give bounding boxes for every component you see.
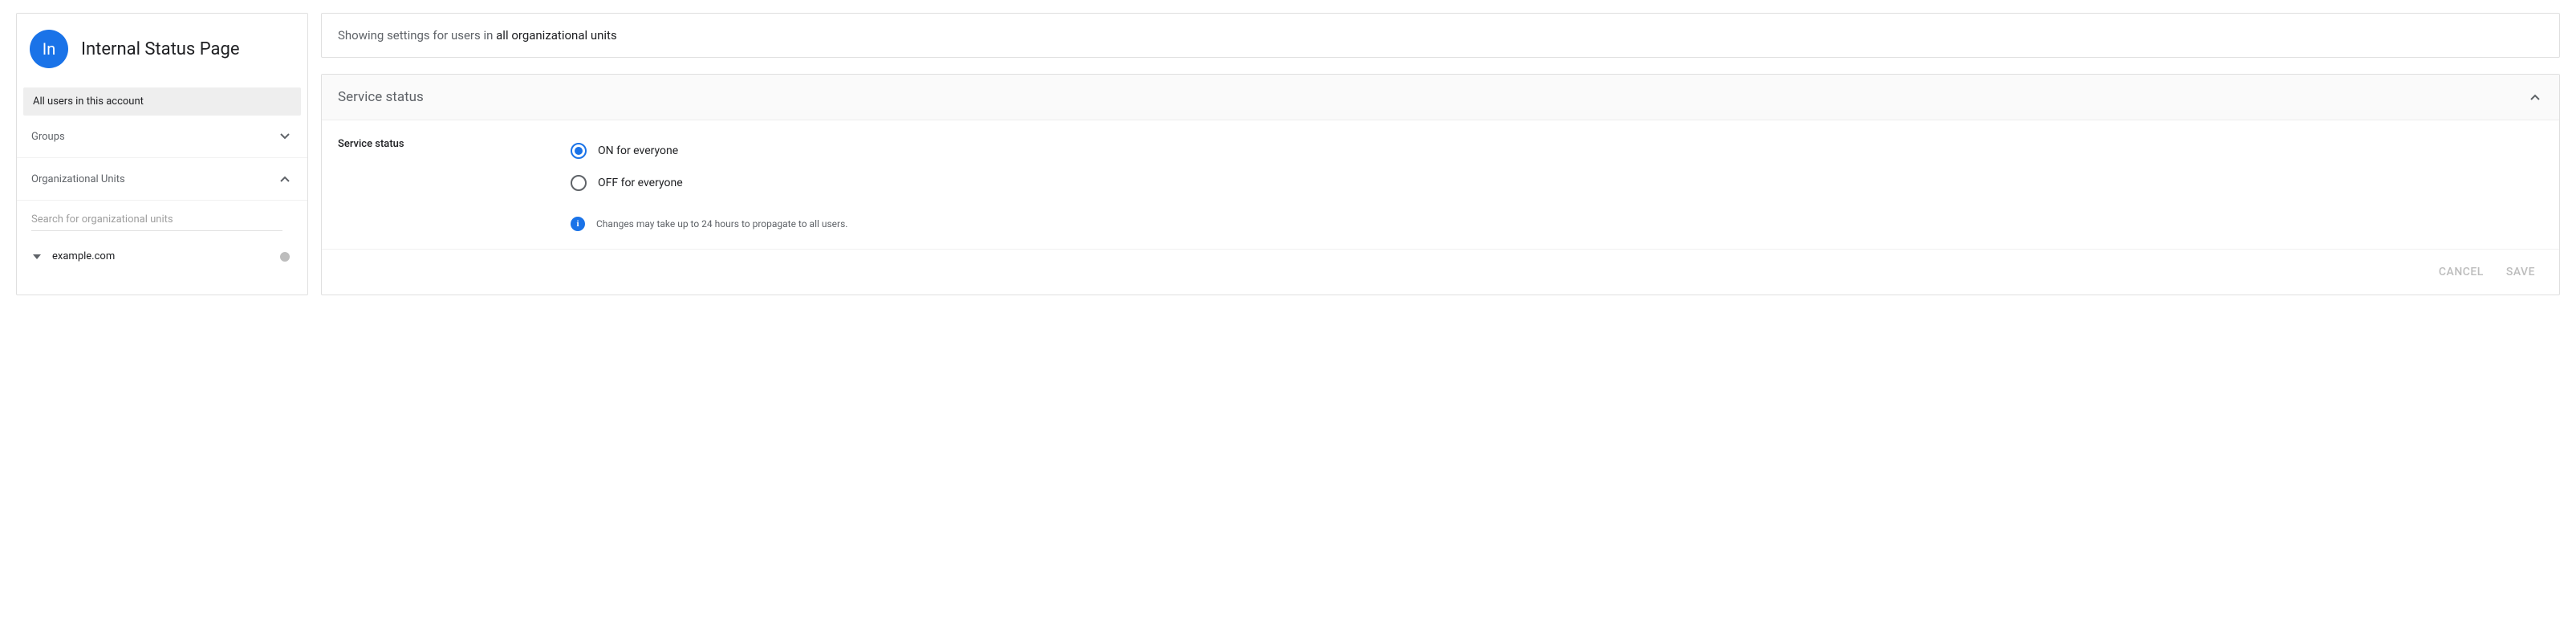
radio-label: OFF for everyone [598,177,683,189]
radio-label: ON for everyone [598,144,678,157]
radio-icon [571,143,587,159]
card-body: Service status ON for everyone OFF for e… [322,120,2559,249]
scope-banner: Showing settings for users in all organi… [321,13,2560,58]
chevron-down-icon [277,128,293,144]
card-header[interactable]: Service status [322,75,2559,120]
sidebar-row-groups[interactable]: Groups [17,116,307,158]
info-row: i Changes may take up to 24 hours to pro… [571,202,2543,239]
radio-on-everyone[interactable]: ON for everyone [571,138,2543,170]
sidebar-row-label: Groups [31,131,65,143]
info-text: Changes may take up to 24 hours to propa… [596,218,847,230]
ou-tree: example.com [17,238,307,288]
avatar-initials: In [43,39,55,59]
chevron-up-icon [277,171,293,187]
sidebar-item-label: All users in this account [33,95,144,108]
ou-tree-item[interactable]: example.com [31,244,293,269]
info-icon: i [571,217,585,231]
sidebar-item-all-users[interactable]: All users in this account [23,87,301,116]
sidebar: In Internal Status Page All users in thi… [16,13,308,295]
ou-label: example.com [52,250,270,262]
main-content: Showing settings for users in all organi… [321,13,2560,295]
radio-group: ON for everyone OFF for everyone i Chang… [571,138,2543,239]
status-dot-icon [280,252,290,262]
avatar: In [30,30,68,68]
radio-off-everyone[interactable]: OFF for everyone [571,170,2543,202]
scope-target: all organizational units [496,28,617,43]
sidebar-row-label: Organizational Units [31,173,125,185]
search-ou-container: Search for organizational units [17,201,307,238]
sidebar-header: In Internal Status Page [17,14,307,87]
page-title: Internal Status Page [81,39,239,59]
caret-down-icon [31,251,43,262]
radio-icon [571,175,587,191]
scope-prefix: Showing settings for users in [338,28,496,43]
card-footer: CANCEL SAVE [322,249,2559,295]
service-status-card: Service status Service status ON for eve… [321,74,2560,295]
search-ou-input[interactable]: Search for organizational units [31,213,282,231]
setting-label: Service status [338,138,571,239]
sidebar-row-org-units[interactable]: Organizational Units [17,158,307,201]
cancel-button[interactable]: CANCEL [2439,266,2484,278]
chevron-up-icon [2527,89,2543,105]
card-title: Service status [338,89,424,105]
save-button[interactable]: SAVE [2506,266,2535,278]
